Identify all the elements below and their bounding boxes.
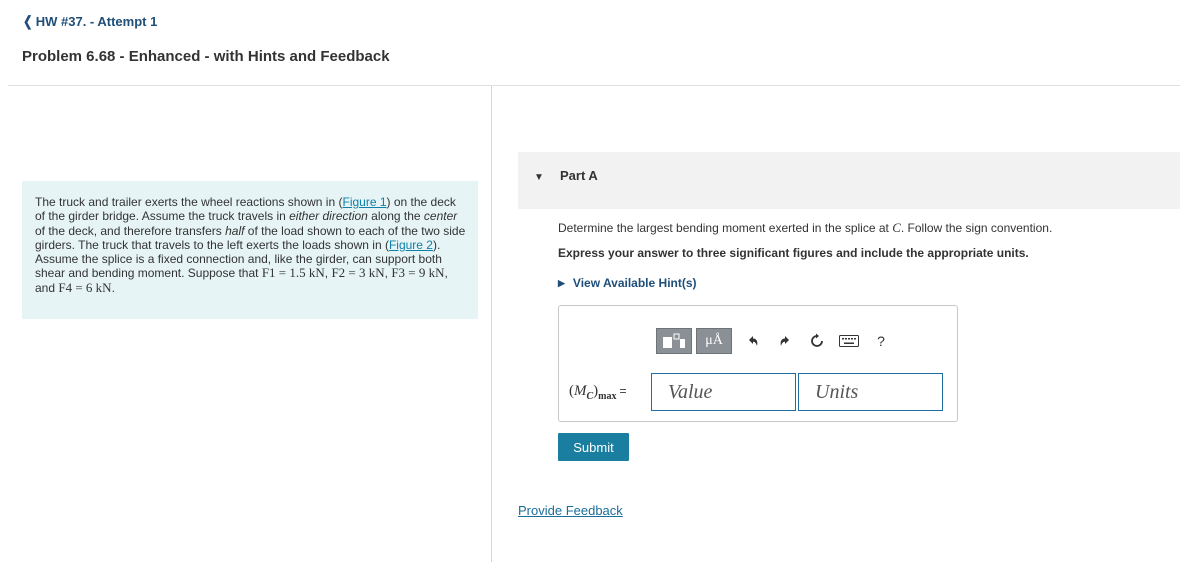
question-variable: C xyxy=(892,220,901,235)
question-suffix: . Follow the sign convention. xyxy=(900,221,1053,235)
provide-feedback-link[interactable]: Provide Feedback xyxy=(518,503,623,518)
chevron-left-icon: ❮ xyxy=(23,13,33,29)
problem-emphasis: either direction xyxy=(289,209,368,224)
answer-toolbar: μÅ ? xyxy=(656,328,896,354)
hints-label: View Available Hint(s) xyxy=(572,276,697,290)
expand-triangle-icon: ▶ xyxy=(558,277,565,288)
header-divider xyxy=(8,85,1180,86)
part-a-label: Part A xyxy=(560,168,598,183)
problem-statement: The truck and trailer exerts the wheel r… xyxy=(22,181,478,319)
problem-text: along the xyxy=(367,209,424,224)
submit-button[interactable]: Submit xyxy=(558,433,629,461)
f4-value: F4 = 6 kN xyxy=(58,279,112,295)
redo-icon[interactable] xyxy=(770,328,800,354)
help-icon[interactable]: ? xyxy=(866,328,896,354)
keyboard-icon[interactable] xyxy=(834,328,864,354)
answer-box: μÅ ? (MC)max = xyxy=(558,305,958,422)
back-link-label: HW #37. - Attempt 1 xyxy=(35,14,158,29)
answer-instructions: Express your answer to three significant… xyxy=(558,246,1029,260)
f3-value: F3 = 9 kN xyxy=(391,265,445,281)
problem-emphasis: center xyxy=(423,209,458,224)
back-link[interactable]: ❮ HW #37. - Attempt 1 xyxy=(22,13,157,30)
problem-text: The truck and trailer exerts the wheel r… xyxy=(35,195,343,209)
answer-variable-label: (MC)max = xyxy=(569,382,627,402)
units-button[interactable]: μÅ xyxy=(696,328,732,354)
question-text: Determine the largest bending moment exe… xyxy=(558,220,1052,236)
f2-value: F2 = 3 kN xyxy=(331,265,385,281)
f1-value: F1 = 1.5 kN xyxy=(261,265,325,281)
figure-2-link[interactable]: Figure 2 xyxy=(389,238,433,252)
reset-icon[interactable] xyxy=(802,328,832,354)
collapse-triangle-icon: ▼ xyxy=(534,172,544,183)
value-input[interactable] xyxy=(651,373,796,411)
part-a-header[interactable]: ▼ Part A xyxy=(518,152,1180,209)
problem-text: of the deck, and therefore transfers xyxy=(35,223,226,238)
figure-1-link[interactable]: Figure 1 xyxy=(342,195,386,209)
question-prefix: Determine the largest bending moment exe… xyxy=(558,221,893,235)
undo-icon[interactable] xyxy=(738,328,768,354)
equals-sign: = xyxy=(619,383,627,398)
answer-row: (MC)max = xyxy=(569,373,945,411)
problem-emphasis: half xyxy=(225,223,245,238)
units-input[interactable] xyxy=(798,373,943,411)
view-hints-toggle[interactable]: ▶ View Available Hint(s) xyxy=(558,276,697,290)
problem-text: and xyxy=(35,280,56,295)
pane-divider xyxy=(491,86,492,562)
problem-title: Problem 6.68 - Enhanced - with Hints and… xyxy=(22,48,390,65)
templates-icon[interactable] xyxy=(656,328,692,354)
